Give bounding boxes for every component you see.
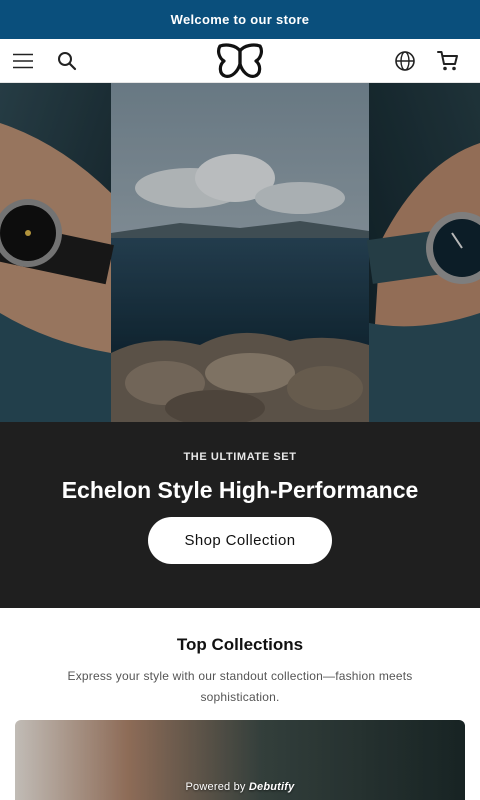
- hero-eyebrow: THE ULTIMATE SET: [183, 451, 297, 463]
- globe-icon: [395, 51, 415, 71]
- powered-by-brand: Debutify: [248, 781, 295, 793]
- store-logo[interactable]: [213, 43, 267, 79]
- search-button[interactable]: [54, 48, 80, 74]
- menu-icon: [13, 53, 33, 69]
- powered-by-prefix: Powered by: [185, 781, 246, 793]
- collections-description: Express your style with our standout col…: [67, 669, 413, 704]
- butterfly-logo-icon: [217, 43, 263, 78]
- cart-button[interactable]: [435, 48, 461, 74]
- powered-by-badge[interactable]: Powered by Debutify: [0, 781, 480, 793]
- language-button[interactable]: [392, 48, 418, 74]
- announcement-bar: Welcome to our store: [0, 0, 480, 39]
- cart-icon: [437, 51, 458, 71]
- hero-image: [0, 83, 480, 422]
- announcement-text: Welcome to our store: [170, 12, 310, 27]
- hero-title: Echelon Style High-Performance: [61, 477, 419, 503]
- site-header: [0, 39, 480, 83]
- shop-collection-button[interactable]: Shop Collection: [148, 517, 332, 564]
- menu-button[interactable]: [10, 48, 36, 74]
- search-icon: [58, 52, 77, 71]
- collections-title: Top Collections: [176, 635, 304, 654]
- hero-banner: THE ULTIMATE SET Echelon Style High-Perf…: [0, 422, 480, 608]
